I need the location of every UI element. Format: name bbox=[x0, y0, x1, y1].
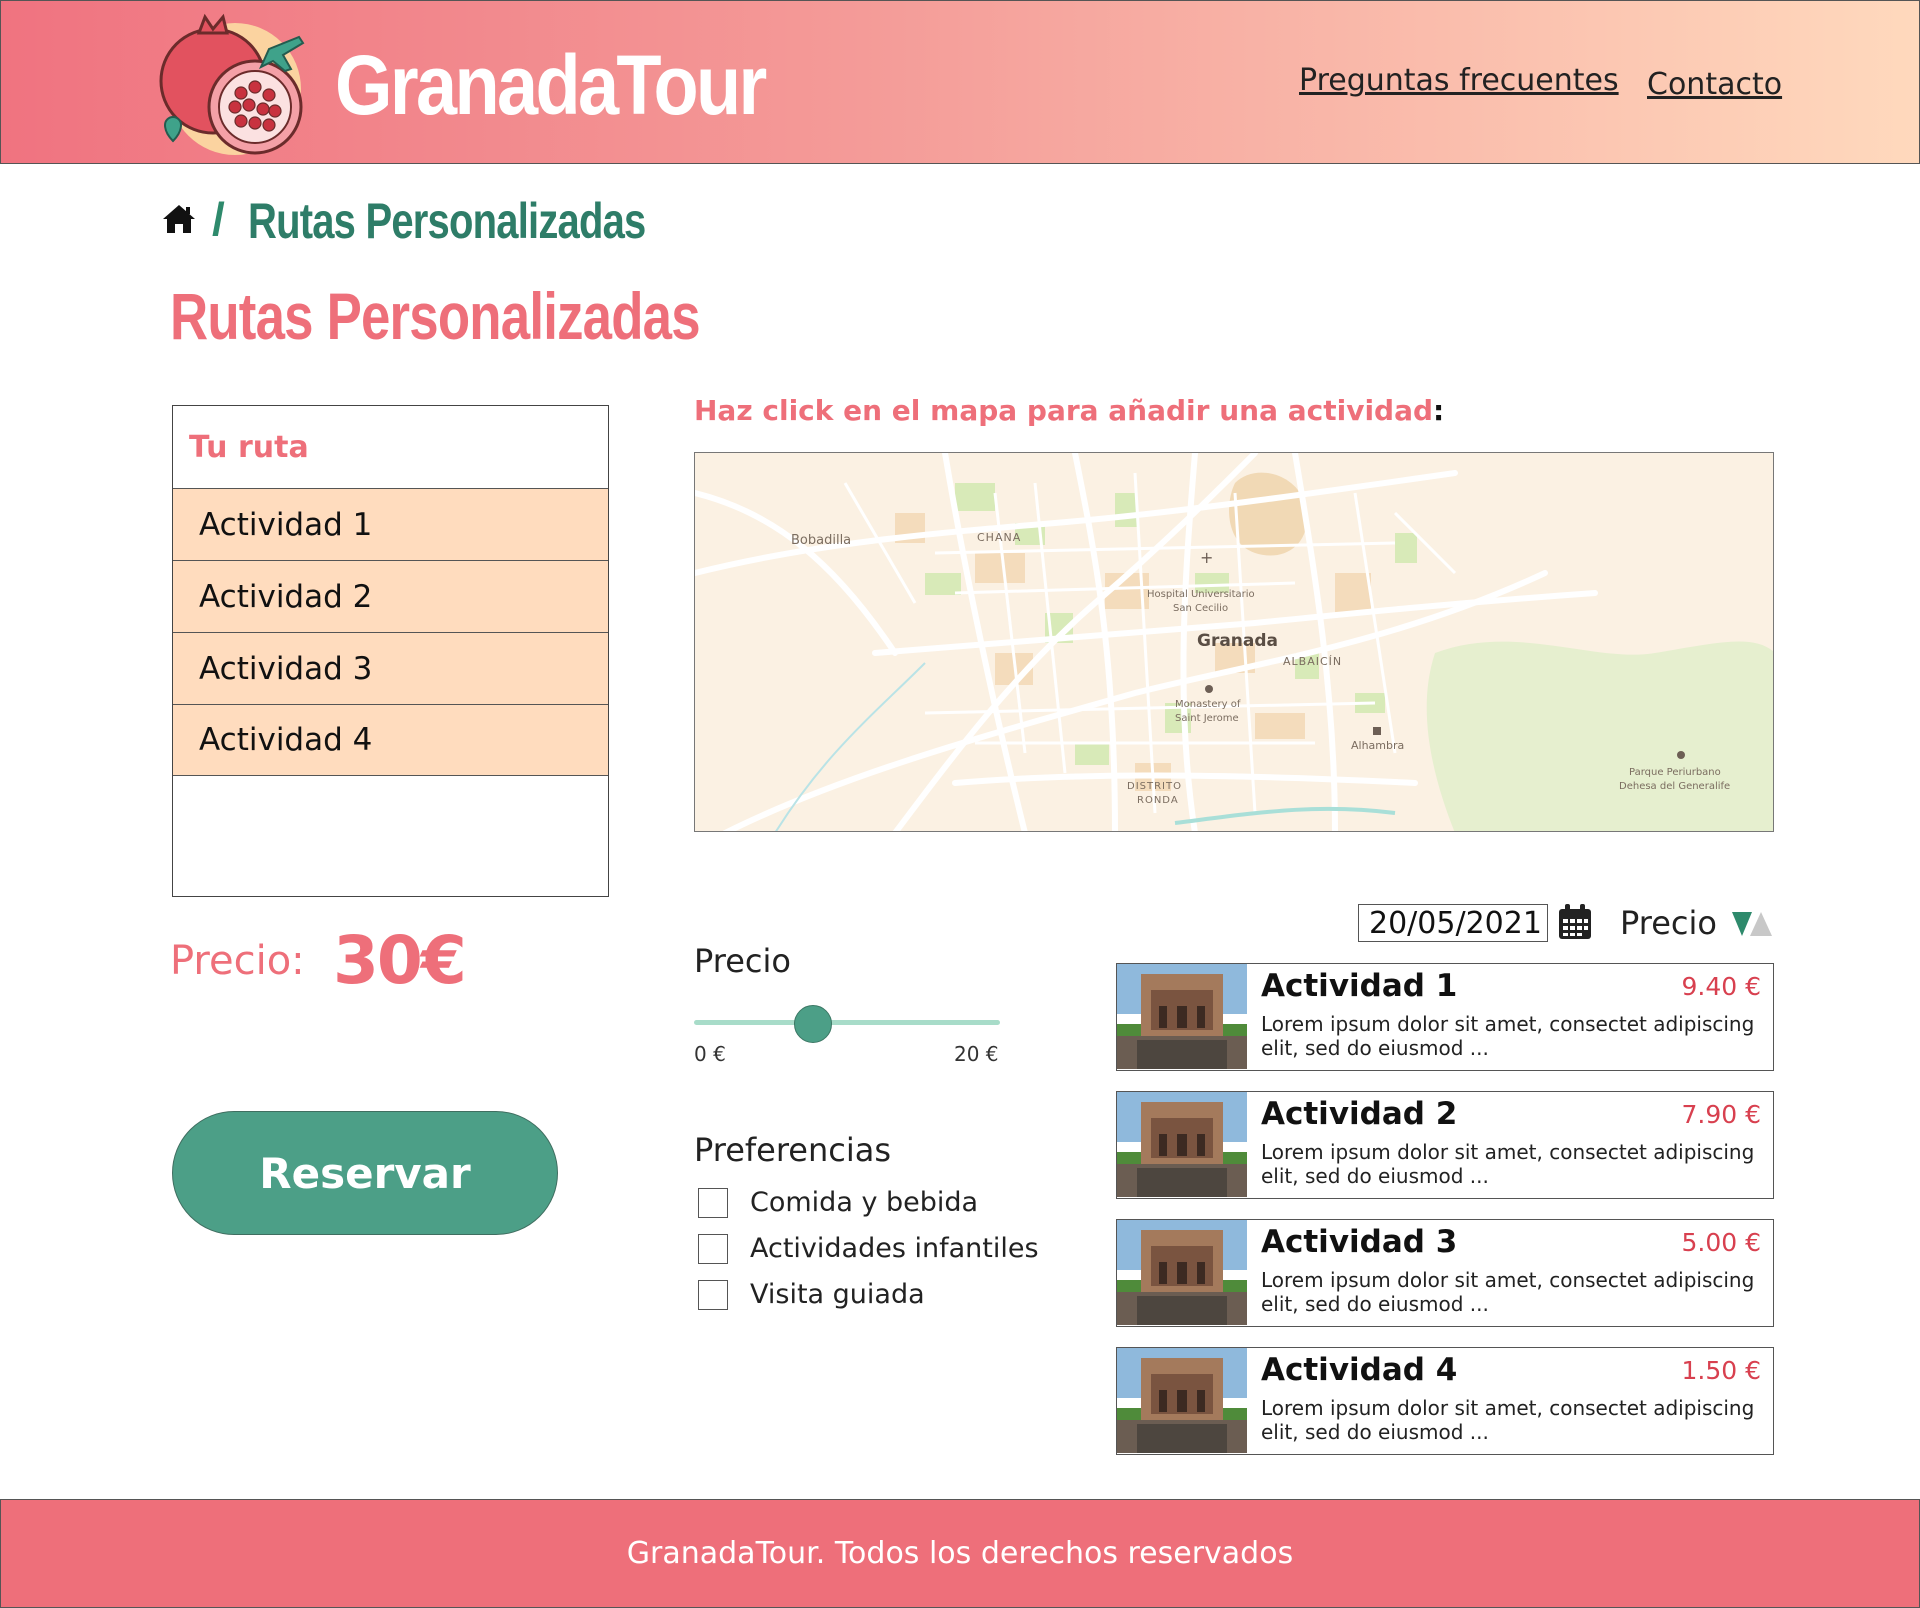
activity-description: Lorem ipsum dolor sit amet, consectet ad… bbox=[1261, 1268, 1755, 1316]
site-header: GranadaTour Preguntas frecuentes Contact… bbox=[0, 0, 1920, 164]
checkbox[interactable] bbox=[698, 1187, 728, 1218]
activity-card[interactable]: Actividad 2 7.90 € Lorem ipsum dolor sit… bbox=[1116, 1091, 1774, 1199]
pref-label: Visita guiada bbox=[750, 1279, 925, 1310]
activity-name: Actividad 4 bbox=[1261, 1352, 1458, 1388]
route-item[interactable]: Actividad 3 bbox=[173, 632, 608, 704]
activity-thumbnail-image bbox=[1117, 1092, 1247, 1197]
activity-thumbnail-image bbox=[1117, 1220, 1247, 1325]
map-label-chana: CHANA bbox=[977, 531, 1022, 544]
price-filter-title: Precio bbox=[694, 942, 791, 980]
sort-by-price-label: Precio bbox=[1620, 904, 1717, 942]
home-icon[interactable] bbox=[162, 204, 196, 234]
nav-faq-link[interactable]: Preguntas frecuentes bbox=[1299, 63, 1619, 98]
reserve-button[interactable]: Reservar bbox=[172, 1111, 558, 1235]
route-item[interactable]: Actividad 4 bbox=[173, 704, 608, 776]
pref-label: Actividades infantiles bbox=[750, 1233, 1039, 1264]
activity-description: Lorem ipsum dolor sit amet, consectet ad… bbox=[1261, 1140, 1755, 1188]
map-label-parque-1: Parque Periurbano bbox=[1629, 767, 1721, 778]
svg-text:+: + bbox=[1200, 548, 1213, 567]
total-price-value: 30€ bbox=[333, 922, 467, 999]
pomegranate-airplane-logo-icon[interactable] bbox=[151, 9, 311, 161]
footer-text: GranadaTour. Todos los derechos reservad… bbox=[626, 1536, 1294, 1571]
city-map[interactable]: + Bobadilla CHANA Hospital Universitario… bbox=[694, 452, 1774, 832]
map-label-albaicin: ALBAICÍN bbox=[1283, 655, 1343, 668]
activity-description: Lorem ipsum dolor sit amet, consectet ad… bbox=[1261, 1396, 1755, 1444]
activity-description: Lorem ipsum dolor sit amet, consectet ad… bbox=[1261, 1012, 1755, 1060]
breadcrumb-current: Rutas Personalizadas bbox=[248, 193, 646, 249]
nav-contact-link[interactable]: Contacto bbox=[1647, 67, 1782, 102]
map-label-parque-2: Dehesa del Generalife bbox=[1619, 781, 1731, 792]
map-label-distrito-1: DISTRITO bbox=[1127, 781, 1182, 792]
checkbox[interactable] bbox=[698, 1279, 728, 1310]
activity-price: 1.50 € bbox=[1681, 1356, 1761, 1385]
map-label-monastery-2: Saint Jerome bbox=[1175, 713, 1239, 724]
pref-kids-activities[interactable]: Actividades infantiles bbox=[698, 1233, 1039, 1264]
activity-name: Actividad 1 bbox=[1261, 968, 1458, 1004]
date-input[interactable]: 20/05/2021 bbox=[1358, 904, 1548, 942]
breadcrumb-separator: / bbox=[212, 193, 225, 245]
price-slider-thumb[interactable] bbox=[794, 1005, 833, 1043]
price-slider-min: 0 € bbox=[694, 1042, 726, 1066]
sort-arrows-icon[interactable] bbox=[1730, 910, 1774, 938]
brand-name[interactable]: GranadaTour bbox=[335, 37, 767, 134]
pref-food-drink[interactable]: Comida y bebida bbox=[698, 1187, 978, 1218]
activity-card[interactable]: Actividad 4 1.50 € Lorem ipsum dolor sit… bbox=[1116, 1347, 1774, 1455]
map-label-bobadilla: Bobadilla bbox=[791, 533, 852, 548]
activity-card[interactable]: Actividad 1 9.40 € Lorem ipsum dolor sit… bbox=[1116, 963, 1774, 1071]
activity-price: 7.90 € bbox=[1681, 1100, 1761, 1129]
map-hint-text: Haz click en el mapa para añadir una act… bbox=[694, 394, 1434, 427]
checkbox[interactable] bbox=[698, 1233, 728, 1264]
calendar-icon[interactable] bbox=[1558, 904, 1592, 940]
activity-thumbnail-image bbox=[1117, 964, 1247, 1069]
map-label-distrito-2: RONDA bbox=[1137, 795, 1179, 806]
map-label-monastery-1: Monastery of bbox=[1175, 699, 1241, 710]
map-label-granada: Granada bbox=[1197, 631, 1279, 651]
activity-price: 5.00 € bbox=[1681, 1228, 1761, 1257]
route-item[interactable]: Actividad 1 bbox=[173, 488, 608, 560]
map-label-hospital-1: Hospital Universitario bbox=[1147, 589, 1255, 600]
activity-name: Actividad 2 bbox=[1261, 1096, 1458, 1132]
map-hint: Haz click en el mapa para añadir una act… bbox=[694, 394, 1444, 427]
map-label-hospital-2: San Cecilio bbox=[1173, 603, 1229, 614]
route-item[interactable]: Actividad 2 bbox=[173, 560, 608, 632]
site-footer: GranadaTour. Todos los derechos reservad… bbox=[0, 1499, 1920, 1608]
price-slider-track[interactable] bbox=[694, 1020, 1000, 1025]
activity-name: Actividad 3 bbox=[1261, 1224, 1458, 1260]
map-hint-colon: : bbox=[1433, 394, 1445, 427]
activity-card[interactable]: Actividad 3 5.00 € Lorem ipsum dolor sit… bbox=[1116, 1219, 1774, 1327]
price-slider-max: 20 € bbox=[954, 1042, 999, 1066]
preferences-title: Preferencias bbox=[694, 1131, 892, 1169]
route-title: Tu ruta bbox=[189, 429, 309, 465]
activity-price: 9.40 € bbox=[1681, 972, 1761, 1001]
pref-label: Comida y bebida bbox=[750, 1187, 979, 1218]
map-label-alhambra: Alhambra bbox=[1351, 739, 1405, 752]
total-price-label: Precio: bbox=[170, 938, 305, 984]
pref-guided-tour[interactable]: Visita guiada bbox=[698, 1279, 925, 1310]
activity-thumbnail-image bbox=[1117, 1348, 1247, 1453]
route-panel: Tu ruta Actividad 1 Actividad 2 Activida… bbox=[172, 405, 609, 897]
page-title: Rutas Personalizadas bbox=[170, 279, 701, 353]
